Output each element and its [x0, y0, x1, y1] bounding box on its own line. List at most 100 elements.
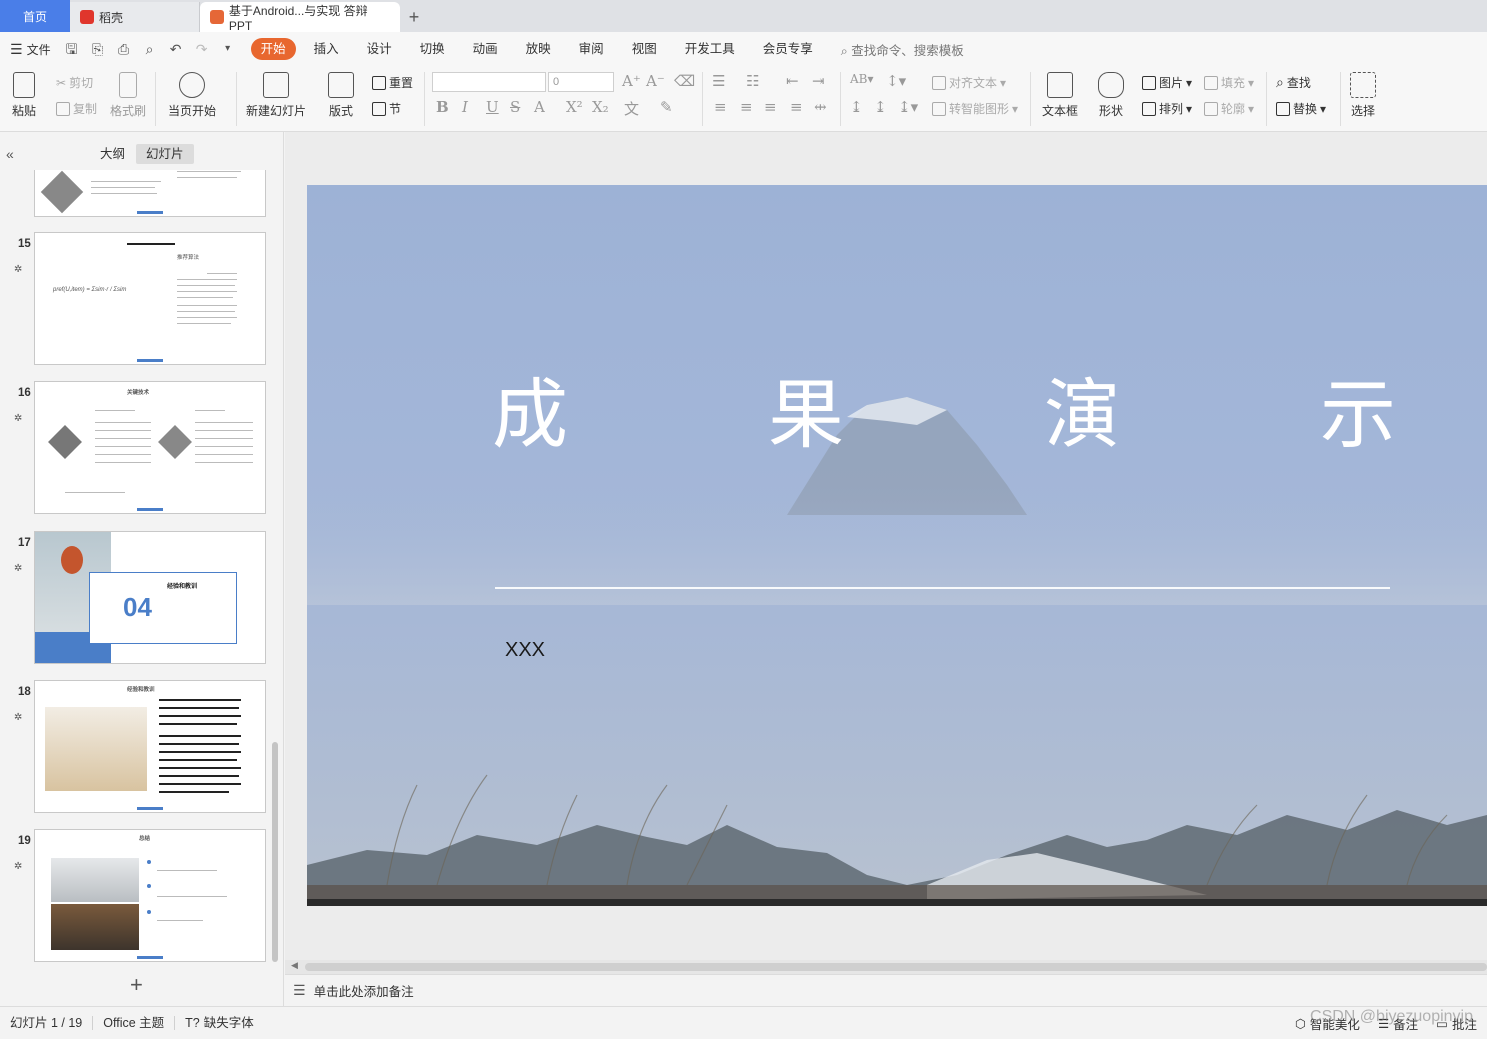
- strikethrough-icon[interactable]: S: [510, 98, 520, 116]
- quick-access-dropdown-icon[interactable]: ▾: [220, 41, 236, 57]
- slide-thumbnail-15[interactable]: 15 ✲ 推荐算法 pref(U,item) = Σsim·r / Σsim: [0, 232, 270, 365]
- copy-label: 复制: [73, 102, 98, 116]
- increase-indent-icon[interactable]: ⇥: [812, 72, 825, 90]
- replace-button[interactable]: 替换 ▾: [1276, 100, 1326, 117]
- file-menu[interactable]: ☰ 文件: [10, 41, 59, 58]
- bullet-list-icon[interactable]: ☰: [712, 72, 725, 90]
- cut-button[interactable]: ✂ 剪切: [56, 74, 93, 91]
- menu-tab-design[interactable]: 设计: [353, 38, 406, 60]
- align-center-icon[interactable]: ≡: [740, 98, 753, 116]
- bold-icon[interactable]: B: [436, 98, 449, 116]
- justify-icon[interactable]: ≡: [790, 98, 803, 116]
- increase-font-icon[interactable]: A⁺: [622, 72, 641, 90]
- picture-label: 图片: [1159, 76, 1184, 90]
- undo-icon[interactable]: ↶: [168, 41, 184, 57]
- reset-button[interactable]: 重置: [372, 74, 413, 91]
- underline-icon[interactable]: U: [486, 98, 499, 116]
- find-button[interactable]: ⌕ 查找: [1276, 74, 1311, 91]
- slide-title[interactable]: 成 果 演 示: [307, 353, 1487, 459]
- export-pdf-icon[interactable]: ⎘: [90, 41, 106, 57]
- outline-button[interactable]: 轮廓 ▾: [1204, 100, 1254, 117]
- section-button[interactable]: 节: [372, 100, 401, 117]
- print-icon[interactable]: ⎙: [116, 41, 132, 57]
- scrollbar-thumb[interactable]: [305, 963, 1487, 971]
- phonetic-icon[interactable]: 文: [624, 98, 639, 119]
- menu-tab-insert[interactable]: 插入: [300, 38, 353, 60]
- select-button[interactable]: 选择: [1350, 72, 1376, 119]
- font-size-select[interactable]: 0: [548, 72, 614, 92]
- align-left-icon[interactable]: ≡: [714, 98, 727, 116]
- spacing-dropdown-icon[interactable]: ↨▾: [898, 98, 918, 116]
- fill-button[interactable]: 填充 ▾: [1204, 74, 1254, 91]
- slide-thumbnail-19[interactable]: 19 ✲ 总结: [0, 829, 270, 962]
- menu-tab-member[interactable]: 会员专享: [749, 38, 827, 60]
- play-from-current-button[interactable]: 当页开始: [168, 72, 216, 119]
- thumbnail-scrollbar[interactable]: [272, 742, 278, 962]
- tab-docer[interactable]: 稻壳: [70, 2, 200, 32]
- tab-document[interactable]: 基于Android...与实现 答辩PPT: [200, 2, 400, 33]
- tab-home[interactable]: 首页: [0, 0, 70, 32]
- picture-button[interactable]: 图片 ▾: [1142, 74, 1192, 91]
- align-right-icon[interactable]: ≡: [764, 98, 777, 116]
- save-icon[interactable]: 🖫: [64, 41, 80, 57]
- font-color-icon[interactable]: A: [534, 98, 545, 116]
- new-tab-button[interactable]: +: [400, 2, 428, 32]
- dropdown-icon: ▾: [1248, 75, 1255, 90]
- dropdown-icon: ▾: [1012, 101, 1019, 116]
- numbered-list-icon[interactable]: ☷: [746, 72, 759, 90]
- sort-icon[interactable]: ↕▾: [886, 72, 906, 90]
- reset-icon: [372, 75, 386, 90]
- menu-tab-view[interactable]: 视图: [618, 38, 671, 60]
- add-slide-button[interactable]: +: [130, 972, 143, 998]
- slide-thumbnail-14[interactable]: [0, 170, 270, 217]
- textbox-button[interactable]: 文本框: [1042, 72, 1078, 119]
- subscript-icon[interactable]: X₂: [592, 98, 609, 116]
- slides-panel: « 大纲 幻灯片 15 ✲ 推荐算法 pref(U,item) = Σsim·r…: [0, 132, 284, 1006]
- current-slide[interactable]: 成 果 演 示 XXX: [307, 185, 1487, 906]
- shape-button[interactable]: 形状: [1098, 72, 1124, 119]
- slide-author-text[interactable]: XXX: [505, 639, 545, 662]
- format-painter-button[interactable]: 格式刷: [110, 72, 146, 119]
- paragraph-spacing-icon[interactable]: ↨: [874, 98, 887, 116]
- arrange-button[interactable]: 排列 ▾: [1142, 100, 1192, 117]
- layout-button[interactable]: 版式: [328, 72, 354, 119]
- distribute-icon[interactable]: ⇹: [814, 98, 827, 116]
- menu-tab-animation[interactable]: 动画: [459, 38, 512, 60]
- italic-icon[interactable]: I: [462, 98, 468, 116]
- slide-thumbnail-18[interactable]: 18 ✲ 经验和教训: [0, 680, 270, 813]
- tab-slides[interactable]: 幻灯片: [136, 144, 194, 164]
- decrease-indent-icon[interactable]: ⇤: [786, 72, 799, 90]
- line-spacing-icon[interactable]: ↨: [850, 98, 863, 116]
- menu-tab-home[interactable]: 开始: [250, 38, 296, 60]
- menu-tab-slideshow[interactable]: 放映: [512, 38, 565, 60]
- font-family-select[interactable]: [432, 72, 546, 92]
- paste-button[interactable]: 粘贴: [12, 72, 36, 119]
- slide-thumbnail-17[interactable]: 17 ✲ 经验和教训 04: [0, 531, 270, 664]
- print-preview-icon[interactable]: ⌕: [142, 41, 158, 57]
- align-text-button[interactable]: 对齐文本 ▾: [932, 74, 1006, 91]
- notes-pane[interactable]: ☰ 单击此处添加备注: [285, 974, 1487, 1006]
- decrease-font-icon[interactable]: A⁻: [646, 72, 665, 90]
- text-direction-icon[interactable]: AB▾: [850, 72, 874, 86]
- convert-smartart-button[interactable]: 转智能图形 ▾: [932, 100, 1018, 117]
- format-painter-label: 格式刷: [110, 104, 147, 118]
- highlight-icon[interactable]: ✎: [660, 98, 673, 116]
- clear-format-icon[interactable]: ⌫: [674, 72, 695, 90]
- menu-tab-developer[interactable]: 开发工具: [671, 38, 749, 60]
- menu-tab-transition[interactable]: 切换: [406, 38, 459, 60]
- command-search[interactable]: ⌕ 查找命令、搜索模板: [841, 40, 964, 59]
- missing-font-button[interactable]: T? 缺失字体: [175, 1016, 264, 1030]
- redo-icon[interactable]: ↷: [194, 41, 210, 57]
- new-slide-button[interactable]: 新建幻灯片: [246, 72, 306, 119]
- theme-name[interactable]: Office 主题: [93, 1016, 176, 1030]
- collapse-panel-icon[interactable]: «: [6, 146, 14, 162]
- tab-outline[interactable]: 大纲: [90, 144, 135, 164]
- scroll-left-icon[interactable]: ◀: [291, 960, 298, 971]
- dropdown-icon: ▾: [1186, 101, 1193, 116]
- menu-tab-review[interactable]: 审阅: [565, 38, 618, 60]
- superscript-icon[interactable]: X²: [566, 98, 583, 116]
- slide-thumbnail-list: 15 ✲ 推荐算法 pref(U,item) = Σsim·r / Σsim 1…: [0, 170, 270, 966]
- slide-thumbnail-16[interactable]: 16 ✲ 关键技术: [0, 381, 270, 514]
- copy-button[interactable]: 复制: [56, 100, 97, 117]
- horizontal-scrollbar[interactable]: ◀: [285, 960, 1487, 974]
